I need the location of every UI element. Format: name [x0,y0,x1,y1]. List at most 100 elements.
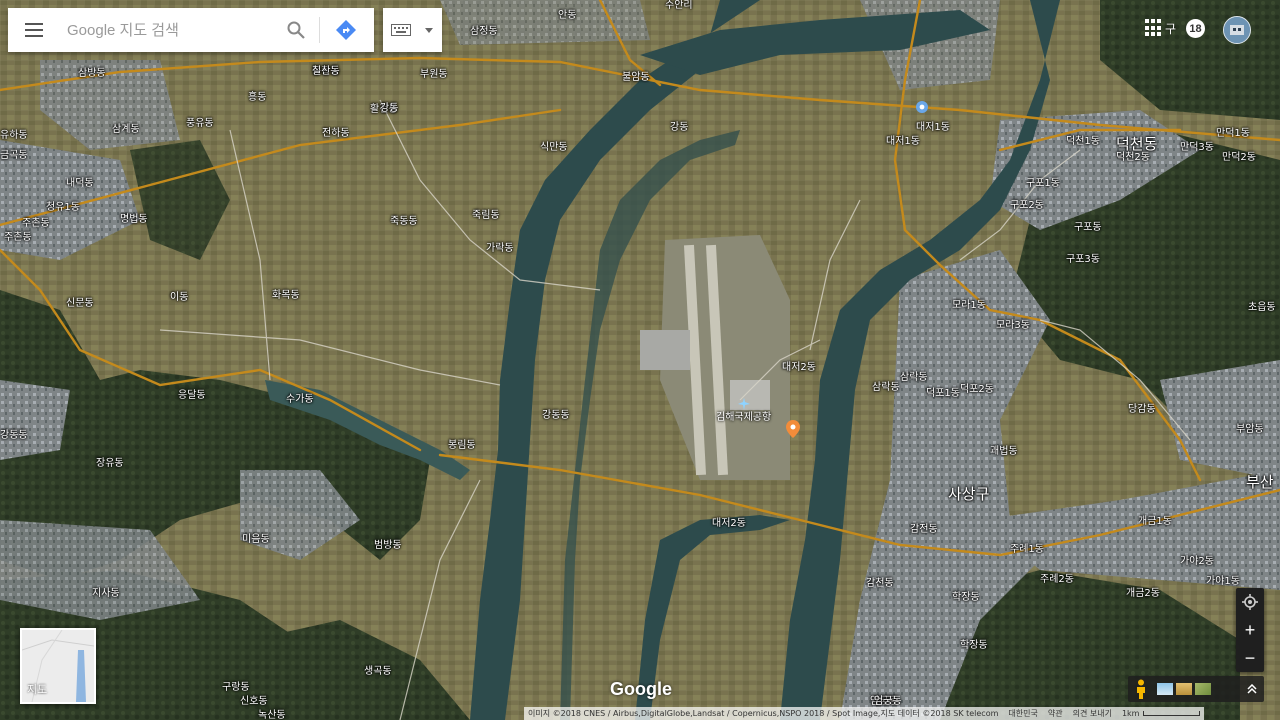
map-label: 가락동 [486,243,514,254]
map-label: 주촌동 [22,218,50,229]
place-marker-icon[interactable] [915,100,929,114]
map-label: 감천동 [866,578,894,589]
map-label: 대저1동 [886,136,920,147]
pegman-button[interactable] [1128,676,1154,702]
map-label: 감전동 [910,524,938,535]
scale-control[interactable]: 1km [1122,709,1201,718]
street-view-layers-panel [1128,676,1264,702]
notification-badge[interactable]: 18 [1186,19,1205,38]
zoom-in-button[interactable]: + [1236,616,1264,644]
map-label: 칠산동 [312,66,340,77]
map-label: 수안리 [665,0,693,11]
map-label: 부원동 [420,69,448,80]
map-label: 지사동 [92,588,120,599]
satellite-map[interactable]: 수안리 삼정동 안동 부원동 봉황동 삼방동 활천동 강동 흥동 풍유동 전하동… [0,0,1280,720]
map-label: 식만동 [540,142,568,153]
layer-thumbnail-sand[interactable] [1176,683,1192,695]
search-input[interactable] [60,10,277,50]
map-label: 학장동 [960,640,988,651]
map-label: 구포동 [1074,222,1102,233]
chevron-up-double-icon [1247,684,1257,694]
map-label: 대저1동 [916,122,950,133]
scale-label: 1km [1121,709,1140,718]
expand-panel-button[interactable] [1240,676,1264,702]
place-marker-icon[interactable] [786,420,800,438]
map-label: 죽동동 [390,216,418,227]
map-label: 삼정동 [470,26,498,37]
pegman-icon [1137,679,1145,699]
map-label: 학장동 [952,592,980,603]
map-label: 강동 [380,103,399,114]
map-label: 삼방동 [78,68,106,79]
menu-button[interactable] [8,8,60,52]
map-label: 응달동 [178,390,206,401]
map-label: 신문동 [66,298,94,309]
map-label: 주촌동 [4,232,32,243]
layer-thumbnail-terrain[interactable] [1195,683,1211,695]
search-box [8,8,374,52]
terms-link[interactable]: 약관 [1048,708,1063,719]
user-avatar-icon [1224,17,1250,43]
map-label: 삼락동 [872,382,900,393]
map-label: 생곡동 [364,666,392,677]
map-label: 미음동 [242,534,270,545]
search-icon [287,21,305,39]
map-label: 죽림동 [472,210,500,221]
map-label: 사상구 [948,485,990,503]
satellite-imagery [0,0,1280,720]
scale-bar [1143,711,1201,716]
map-label: 구포1동 [1026,178,1060,189]
map-label: 범방동 [374,540,402,551]
map-label: 수가동 [286,394,314,405]
keyboard-button[interactable] [383,8,419,52]
map-label: 괘법동 [990,446,1018,457]
map-label: 청유1동 [46,202,80,213]
map-label: 강동 [670,122,689,133]
airport-icon[interactable] [738,398,750,410]
map-label: 모라3동 [996,320,1030,331]
feedback-link[interactable]: 의견 보내기 [1073,708,1112,719]
map-label: 풍유동 [186,118,214,129]
directions-icon [336,20,356,40]
map-label: 삼계동 [112,124,140,135]
map-label: 부산 [1246,473,1274,491]
map-label: 장유동 [96,458,124,469]
map-label: 이동 [170,292,189,303]
layer-thumbnail-sky[interactable] [1157,683,1173,695]
apps-grid-icon [1145,19,1149,23]
attribution-bar: 이미지 ©2018 CNES / Airbus,DigitalGlobe,Lan… [524,707,1205,720]
map-label: 주례1동 [1010,544,1044,555]
map-label: 봉림동 [448,440,476,451]
input-tools-dropdown[interactable] [419,8,439,52]
search-button[interactable] [277,8,315,52]
directions-button[interactable] [324,8,368,52]
zoom-out-button[interactable]: − [1236,644,1264,672]
map-label: 강동동 [0,430,28,441]
region-link[interactable]: 대한민국 [1008,708,1037,719]
map-label: 당감동 [1128,404,1156,415]
my-location-button[interactable] [1236,588,1264,616]
keyboard-icon [391,24,411,36]
map-label: 명법동 [120,214,148,225]
map-label: 강동동 [542,410,570,421]
map-type-toggle[interactable]: 지도 [20,628,96,704]
map-label: 주례2동 [1040,574,1074,585]
map-label: 삼락동 [900,372,928,383]
map-label: 만덕2동 [1222,152,1256,163]
map-controls: + − [1236,588,1264,672]
map-label: 금곡동 [0,150,28,161]
map-label: 만덕1동 [1216,128,1250,139]
map-label: 흥동 [248,92,267,103]
input-tools [383,8,442,52]
map-label: 내덕동 [66,178,94,189]
location-target-icon [1242,594,1258,610]
avatar[interactable] [1223,16,1251,44]
map-label: 전하동 [322,128,350,139]
google-logo: Google [610,679,672,699]
map-label: 덕천2동 [1116,152,1150,163]
map-label: 안동 [558,10,577,21]
map-label: 구포3동 [1066,254,1100,265]
map-label: 초읍동 [1248,302,1276,313]
apps-grid-button[interactable] [1145,19,1163,37]
map-label: 불암동 [622,72,650,83]
